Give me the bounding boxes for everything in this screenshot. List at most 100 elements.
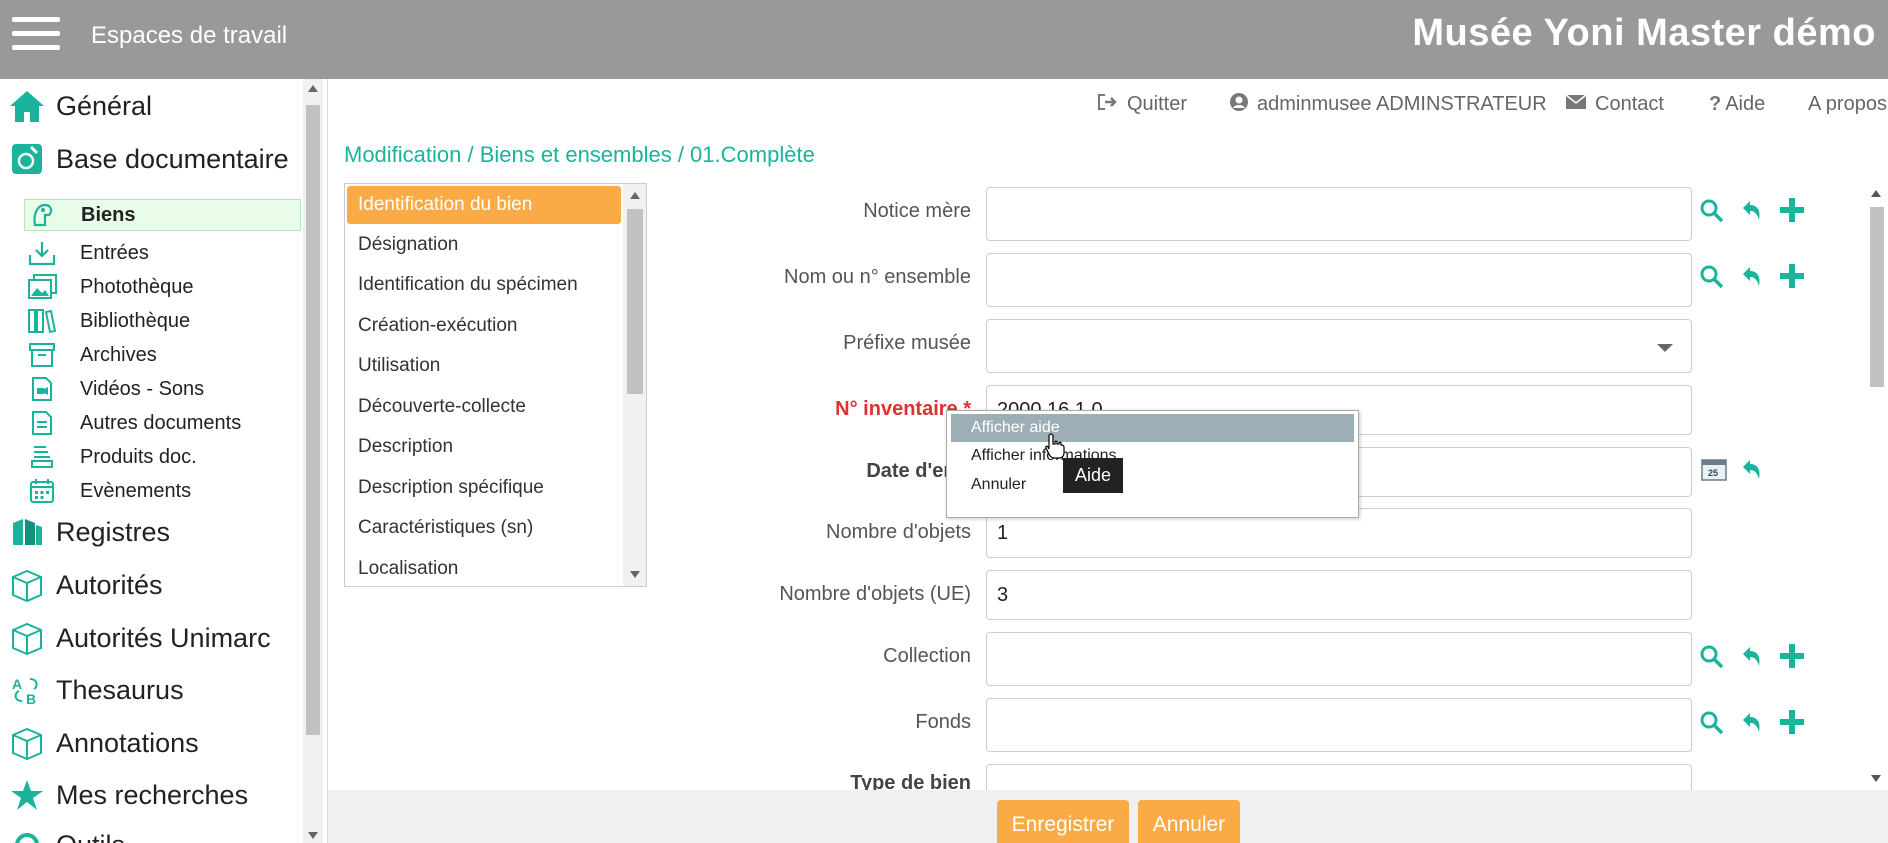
scrollbar-thumb[interactable] bbox=[306, 105, 320, 735]
document-base-icon bbox=[6, 139, 48, 179]
sidebar-item-thesaurus[interactable]: AB Thesaurus bbox=[6, 667, 184, 713]
about-link[interactable]: A propos bbox=[1808, 92, 1887, 116]
sidebar-item-entrees[interactable]: Entrées bbox=[24, 237, 301, 269]
scroll-down-arrow-icon[interactable] bbox=[1871, 775, 1881, 782]
search-icon[interactable] bbox=[1699, 644, 1725, 677]
section-item[interactable]: Caractéristiques (sn) bbox=[347, 509, 621, 547]
sidebar-item-registres[interactable]: Registres bbox=[6, 509, 170, 555]
question-icon: ? bbox=[1709, 92, 1722, 115]
scroll-down-arrow-icon[interactable] bbox=[630, 571, 640, 578]
fonds-label: Fonds bbox=[915, 711, 971, 733]
top-bar: Espaces de travail Musée Yoni Master dém… bbox=[0, 0, 1888, 79]
undo-icon[interactable] bbox=[1739, 198, 1765, 231]
user-account-link[interactable]: adminmusee ADMINSTRATEUR bbox=[1229, 92, 1547, 116]
breadcrumb[interactable]: Modification / Biens et ensembles / 01.C… bbox=[344, 142, 815, 168]
envelope-icon bbox=[1565, 93, 1587, 115]
archive-icon bbox=[24, 340, 60, 370]
section-item[interactable]: Identification du spécimen bbox=[347, 266, 621, 304]
add-icon[interactable] bbox=[1778, 642, 1806, 677]
scrollbar-thumb[interactable] bbox=[1870, 207, 1884, 387]
sidebar-item-produits-doc[interactable]: Produits doc. bbox=[24, 441, 301, 473]
add-icon[interactable] bbox=[1778, 196, 1806, 231]
registers-icon bbox=[6, 512, 48, 552]
section-item[interactable]: Désignation bbox=[347, 226, 621, 264]
sidebar-item-evenements[interactable]: Evènements bbox=[24, 475, 301, 507]
quit-link[interactable]: Quitter bbox=[1097, 92, 1187, 116]
undo-icon[interactable] bbox=[1739, 457, 1765, 490]
undo-icon[interactable] bbox=[1739, 710, 1765, 743]
search-icon[interactable] bbox=[1699, 264, 1725, 297]
nombre-objets-label: Nombre d'objets bbox=[826, 521, 971, 543]
svg-text:25: 25 bbox=[1708, 468, 1718, 478]
type-bien-label: Type de bien bbox=[850, 772, 971, 790]
nombre-objets-ue-label: Nombre d'objets (UE) bbox=[779, 583, 971, 605]
context-menu-item-show-help[interactable]: Afficher aide bbox=[951, 414, 1354, 442]
sidebar-item-general[interactable]: Général bbox=[6, 83, 152, 129]
sidebar-item-archives[interactable]: Archives bbox=[24, 339, 301, 371]
sidebar-item-bibliotheque[interactable]: Bibliothèque bbox=[24, 305, 301, 337]
sidebar-scrollbar[interactable] bbox=[303, 79, 323, 843]
sidebar-item-phototheque[interactable]: Photothèque bbox=[24, 271, 301, 303]
save-button[interactable]: Enregistrer bbox=[997, 800, 1129, 843]
section-list: Identification du bien Désignation Ident… bbox=[344, 183, 647, 587]
sidebar-item-outils[interactable]: Outils bbox=[6, 822, 125, 843]
add-icon[interactable] bbox=[1778, 262, 1806, 297]
help-link[interactable]: ? Aide bbox=[1709, 92, 1765, 116]
sidebar-item-annotations[interactable]: Annotations bbox=[6, 720, 199, 766]
box-icon bbox=[6, 565, 48, 605]
scroll-up-arrow-icon[interactable] bbox=[630, 192, 640, 199]
sidebar-item-biens[interactable]: Biens bbox=[24, 199, 301, 231]
context-menu-item-cancel[interactable]: Annuler bbox=[951, 471, 1354, 499]
hamburger-menu-icon[interactable] bbox=[12, 17, 60, 53]
nom-ensemble-input[interactable] bbox=[986, 253, 1692, 307]
section-item[interactable]: Découverte-collecte bbox=[347, 388, 621, 426]
thesaurus-icon: AB bbox=[6, 670, 48, 710]
undo-icon[interactable] bbox=[1739, 264, 1765, 297]
sidebar-item-autorites-unimarc[interactable]: Autorités Unimarc bbox=[6, 615, 271, 661]
sidebar-item-videos-sons[interactable]: Vidéos - Sons bbox=[24, 373, 301, 405]
scrollbar-thumb[interactable] bbox=[627, 209, 643, 394]
collection-input[interactable] bbox=[986, 632, 1692, 686]
scroll-up-arrow-icon[interactable] bbox=[308, 85, 318, 92]
type-bien-input[interactable] bbox=[986, 764, 1692, 790]
section-item[interactable]: Localisation bbox=[347, 550, 621, 586]
type-bien-row-clip bbox=[980, 764, 1720, 790]
star-icon bbox=[6, 775, 48, 815]
undo-icon[interactable] bbox=[1739, 644, 1765, 677]
scroll-down-arrow-icon[interactable] bbox=[308, 832, 318, 839]
sidebar-item-autorites[interactable]: Autorités bbox=[6, 562, 163, 608]
workspaces-label[interactable]: Espaces de travail bbox=[91, 22, 287, 50]
section-item[interactable]: Description bbox=[347, 428, 621, 466]
prefixe-musee-select[interactable] bbox=[986, 319, 1692, 373]
mouse-pointer-icon bbox=[1044, 432, 1066, 465]
context-menu-item-show-info[interactable]: Afficher informations bbox=[951, 442, 1354, 470]
search-icon[interactable] bbox=[1699, 710, 1725, 743]
section-list-scrollbar[interactable] bbox=[623, 184, 646, 586]
sidebar-item-base-documentaire[interactable]: Base documentaire bbox=[6, 136, 289, 182]
sidebar-item-mes-recherches[interactable]: Mes recherches bbox=[6, 772, 248, 818]
contact-link[interactable]: Contact bbox=[1565, 92, 1664, 116]
stack-icon bbox=[24, 442, 60, 472]
nom-ensemble-label: Nom ou n° ensemble bbox=[784, 266, 971, 288]
section-item[interactable]: Utilisation bbox=[347, 347, 621, 385]
add-icon[interactable] bbox=[1778, 708, 1806, 743]
calendar-icon bbox=[24, 476, 60, 506]
nombre-objets-ue-input[interactable] bbox=[986, 570, 1692, 620]
cancel-button[interactable]: Annuler bbox=[1138, 800, 1240, 843]
section-item[interactable]: Identification du bien bbox=[347, 186, 621, 224]
section-item[interactable]: Création-exécution bbox=[347, 307, 621, 345]
section-item[interactable]: Description spécifique bbox=[347, 469, 621, 507]
tools-icon bbox=[6, 825, 48, 843]
sidebar-item-autres-documents[interactable]: Autres documents bbox=[24, 407, 301, 439]
svg-text:B: B bbox=[26, 691, 36, 707]
calendar-picker-icon[interactable]: 25 bbox=[1700, 456, 1730, 491]
home-icon bbox=[6, 86, 48, 126]
context-menu: Afficher aide Afficher informations Annu… bbox=[946, 410, 1359, 518]
photo-library-icon bbox=[24, 272, 60, 302]
fonds-input[interactable] bbox=[986, 698, 1692, 752]
notice-mere-input[interactable] bbox=[986, 187, 1692, 241]
main-scrollbar[interactable] bbox=[1865, 182, 1888, 786]
app-title: Musée Yoni Master démo bbox=[1412, 12, 1876, 54]
scroll-up-arrow-icon[interactable] bbox=[1871, 190, 1881, 197]
search-icon[interactable] bbox=[1699, 198, 1725, 231]
